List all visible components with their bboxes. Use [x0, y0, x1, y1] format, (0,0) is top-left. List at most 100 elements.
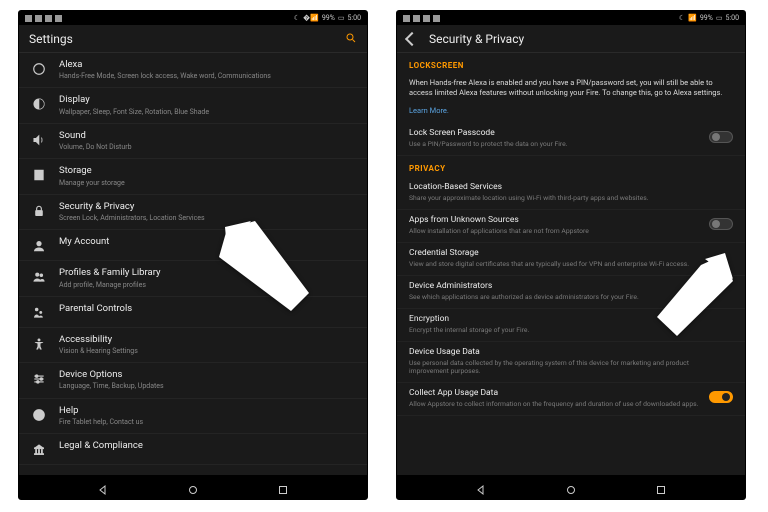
- alexa-icon: [31, 61, 47, 77]
- item-sub: See which applications are authorized as…: [409, 293, 727, 302]
- item-sub: Volume, Do Not Disturb: [59, 143, 355, 152]
- lock-screen-passcode[interactable]: Lock Screen PasscodeUse a PIN/Password t…: [397, 123, 745, 156]
- settings-item-help[interactable]: ? HelpFire Tablet help, Contact us: [19, 399, 367, 434]
- settings-list[interactable]: AlexaHands-Free Mode, Screen lock access…: [19, 53, 367, 475]
- moon-icon: ☾: [679, 14, 685, 22]
- device-left: ☾ �📶 99% ▭ 5:00 Settings AlexaHands-Free…: [18, 10, 368, 500]
- item-title: Apps from Unknown Sources: [409, 215, 703, 226]
- apps-unknown-sources[interactable]: Apps from Unknown SourcesAllow installat…: [397, 210, 745, 243]
- page-title: Settings: [29, 32, 337, 46]
- item-sub: Wallpaper, Sleep, Font Size, Rotation, B…: [59, 108, 355, 117]
- header: Settings: [19, 25, 367, 53]
- item-title: Location-Based Services: [409, 182, 727, 193]
- item-sub: Language, Time, Backup, Updates: [59, 382, 355, 391]
- settings-item-profiles[interactable]: Profiles & Family Library Add profile, Ma…: [19, 261, 367, 296]
- battery-icon: ▭: [716, 14, 723, 22]
- sliders-icon: [31, 371, 47, 387]
- accessibility-icon: [31, 336, 47, 352]
- battery-percent: 99%: [322, 14, 335, 22]
- item-title: Device Usage Data: [409, 347, 727, 358]
- settings-item-sound[interactable]: SoundVolume, Do Not Disturb: [19, 124, 367, 159]
- settings-item-legal[interactable]: Legal & Compliance: [19, 434, 367, 465]
- back-icon[interactable]: [405, 31, 419, 45]
- item-sub: Screen Lock, Administrators, Location Se…: [59, 214, 355, 223]
- item-title: Accessibility: [59, 334, 355, 346]
- nav-bar: [19, 475, 367, 499]
- item-sub: Share your approximate location using Wi…: [409, 194, 727, 203]
- storage-icon: [31, 167, 47, 183]
- nav-home-icon[interactable]: [565, 481, 577, 493]
- settings-item-parental[interactable]: Parental Controls: [19, 297, 367, 328]
- battery-icon: ▭: [338, 14, 345, 22]
- item-sub: Use a PIN/Password to protect the data o…: [409, 140, 703, 149]
- alexa-info-text: When Hands-free Alexa is enabled and you…: [409, 78, 733, 98]
- toggle-unknown-sources[interactable]: [709, 218, 733, 230]
- item-sub: Encrypt the internal storage of your Fir…: [409, 326, 727, 335]
- toggle-collect-app-usage[interactable]: [709, 391, 733, 403]
- alexa-info-block: When Hands-free Alexa is enabled and you…: [397, 74, 745, 123]
- search-icon[interactable]: [345, 29, 357, 48]
- clock-text: 5:00: [348, 14, 362, 22]
- settings-item-alexa[interactable]: AlexaHands-Free Mode, Screen lock access…: [19, 53, 367, 88]
- item-sub: Fire Tablet help, Contact us: [59, 418, 355, 427]
- page-title: Security & Privacy: [429, 32, 735, 46]
- lock-icon: [31, 203, 47, 219]
- people-icon: [31, 269, 47, 285]
- item-sub: Add profile, Manage profiles: [59, 281, 355, 290]
- settings-item-storage[interactable]: Storage Manage your storage: [19, 159, 367, 194]
- learn-more-link[interactable]: Learn More.: [409, 106, 449, 115]
- status-bar: ☾ 📶 99% ▭ 5:00: [397, 11, 745, 25]
- encryption[interactable]: EncryptionEncrypt the internal storage o…: [397, 309, 745, 342]
- item-title: Legal & Compliance: [59, 440, 355, 452]
- toggle-lock-passcode[interactable]: [709, 131, 733, 143]
- nav-home-icon[interactable]: [187, 481, 199, 493]
- collect-app-usage[interactable]: Collect App Usage DataAllow Appstore to …: [397, 383, 745, 416]
- settings-item-accessibility[interactable]: AccessibilityVision & Hearing Settings: [19, 328, 367, 363]
- header: Security & Privacy: [397, 25, 745, 53]
- item-title: Device Options: [59, 369, 355, 381]
- privacy-list[interactable]: LOCKSCREEN When Hands-free Alexa is enab…: [397, 53, 745, 475]
- section-privacy: PRIVACY: [397, 156, 745, 177]
- nav-recent-icon[interactable]: [655, 481, 667, 493]
- item-sub: Hands-Free Mode, Screen lock access, Wak…: [59, 72, 355, 81]
- item-sub: Manage your storage: [59, 179, 355, 188]
- item-title: Credential Storage: [409, 248, 727, 259]
- nav-recent-icon[interactable]: [277, 481, 289, 493]
- settings-item-security[interactable]: Security & PrivacyScreen Lock, Administr…: [19, 195, 367, 230]
- item-title: Encryption: [409, 314, 727, 325]
- wifi-icon: �📶: [303, 14, 319, 22]
- person-icon: [31, 238, 47, 254]
- settings-item-display[interactable]: Display Wallpaper, Sleep, Font Size, Rota…: [19, 88, 367, 123]
- item-sub: View and store digital certificates that…: [409, 260, 727, 269]
- family-icon: [31, 305, 47, 321]
- item-sub: Allow Appstore to collect information on…: [409, 400, 703, 409]
- sound-icon: [31, 132, 47, 148]
- location-based-services[interactable]: Location-Based ServicesShare your approx…: [397, 177, 745, 210]
- item-title: Lock Screen Passcode: [409, 128, 703, 139]
- credential-storage[interactable]: Credential StorageView and store digital…: [397, 243, 745, 276]
- device-administrators[interactable]: Device AdministratorsSee which applicati…: [397, 276, 745, 309]
- item-title: Display: [59, 94, 355, 106]
- item-title: Device Administrators: [409, 281, 727, 292]
- section-lockscreen: LOCKSCREEN: [397, 53, 745, 74]
- nav-back-icon[interactable]: [475, 481, 487, 493]
- clock-text: 5:00: [726, 14, 740, 22]
- display-icon: [31, 96, 47, 112]
- device-right: ☾ 📶 99% ▭ 5:00 Security & Privacy LOCKSC…: [396, 10, 746, 500]
- settings-item-deviceoptions[interactable]: Device OptionsLanguage, Time, Backup, Up…: [19, 363, 367, 398]
- item-title: Help: [59, 405, 355, 417]
- item-sub: Vision & Hearing Settings: [59, 347, 355, 356]
- item-sub: Allow installation of applications that …: [409, 227, 703, 236]
- battery-percent: 99%: [700, 14, 713, 22]
- device-usage-data[interactable]: Device Usage DataUse personal data colle…: [397, 342, 745, 384]
- nav-bar: [397, 475, 745, 499]
- item-title: Profiles & Family Library: [59, 267, 355, 279]
- item-title: Storage: [59, 165, 355, 177]
- help-icon: ?: [31, 407, 47, 423]
- settings-item-myaccount[interactable]: My Account: [19, 230, 367, 261]
- item-title: My Account: [59, 236, 355, 248]
- nav-back-icon[interactable]: [97, 481, 109, 493]
- legal-icon: [31, 442, 47, 458]
- wifi-icon: 📶: [688, 14, 697, 22]
- status-bar: ☾ �📶 99% ▭ 5:00: [19, 11, 367, 25]
